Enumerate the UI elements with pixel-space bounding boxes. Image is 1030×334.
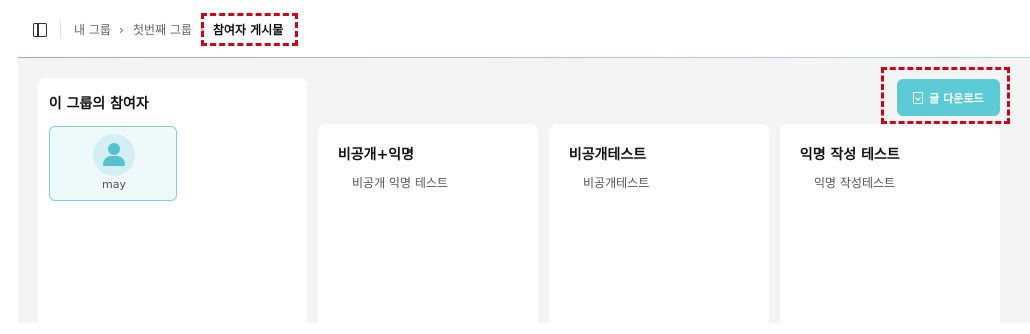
post-title: 비공개테스트	[569, 147, 647, 163]
post-card[interactable]: 익명 작성 테스트 익명 작성테스트	[780, 124, 1000, 334]
highlight-box-download	[881, 67, 1010, 124]
post-title: 비공개+익명	[338, 147, 415, 163]
breadcrumb-my-groups[interactable]: 내 그룹	[74, 22, 111, 38]
breadcrumb-first-group[interactable]: 첫번째 그룹	[133, 22, 192, 38]
post-card[interactable]: 비공개테스트 비공개테스트	[549, 124, 769, 334]
user-avatar-icon	[93, 134, 135, 176]
member-name: may	[102, 178, 126, 191]
post-card[interactable]: 비공개+익명 비공개 익명 테스트	[318, 124, 538, 334]
breadcrumb-separator: ›	[119, 23, 124, 37]
post-body: 비공개테스트	[583, 176, 650, 190]
participants-title: 이 그룹의 참여자	[49, 96, 149, 112]
highlight-box-breadcrumb	[201, 13, 298, 46]
post-title: 익명 작성 테스트	[800, 147, 900, 163]
top-header: 내 그룹 › 첫번째 그룹 › 참여자 게시물	[0, 0, 1030, 58]
header-divider	[60, 21, 61, 39]
member-card[interactable]: may	[49, 126, 177, 201]
post-body: 익명 작성테스트	[814, 176, 896, 190]
post-body: 비공개 익명 테스트	[352, 176, 448, 190]
sidebar-panel-icon[interactable]	[33, 23, 47, 37]
participants-panel: 이 그룹의 참여자 may	[38, 78, 307, 328]
